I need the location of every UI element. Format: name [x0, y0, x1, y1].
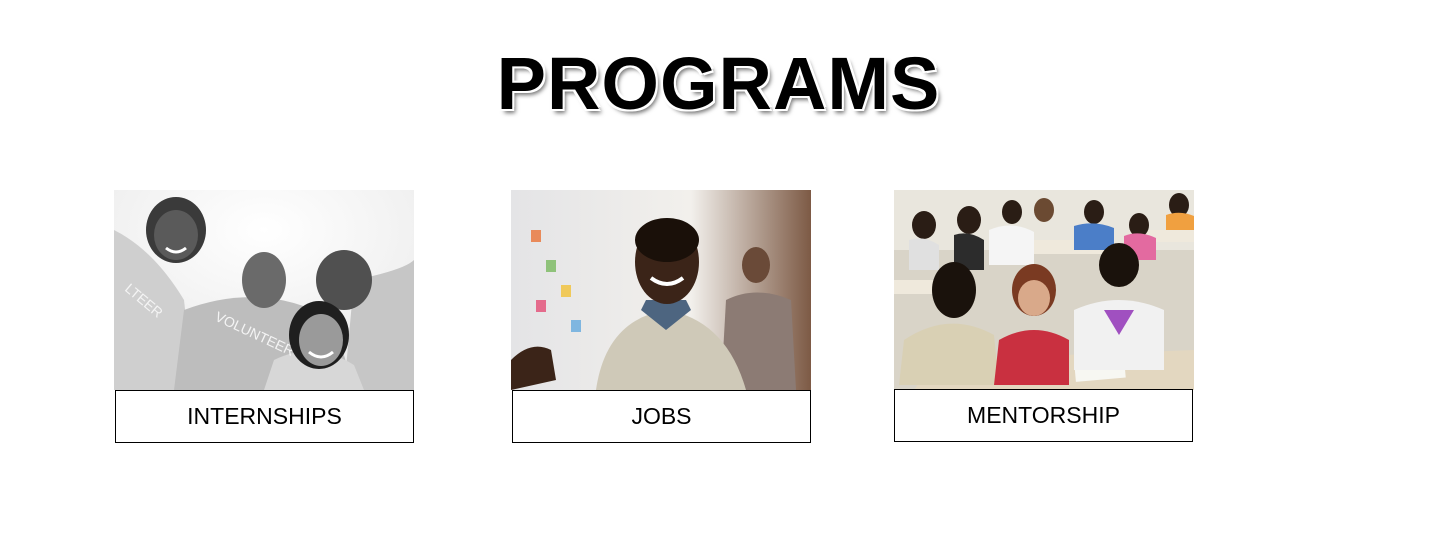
jobs-label[interactable]: JOBS — [512, 390, 811, 443]
page-title: PROGRAMS — [496, 42, 941, 125]
mentorship-label[interactable]: MENTORSHIP — [894, 389, 1193, 442]
internships-label[interactable]: INTERNSHIPS — [115, 390, 414, 443]
program-card-mentorship[interactable]: MENTORSHIP — [894, 190, 1194, 442]
program-card-internships[interactable]: LTEER VOLUNTEER INTERNSHIPS — [114, 190, 414, 443]
mentorship-photo — [894, 190, 1194, 390]
jobs-photo — [511, 190, 811, 390]
program-card-jobs[interactable]: JOBS — [511, 190, 811, 443]
internships-photo: LTEER VOLUNTEER — [114, 190, 414, 390]
